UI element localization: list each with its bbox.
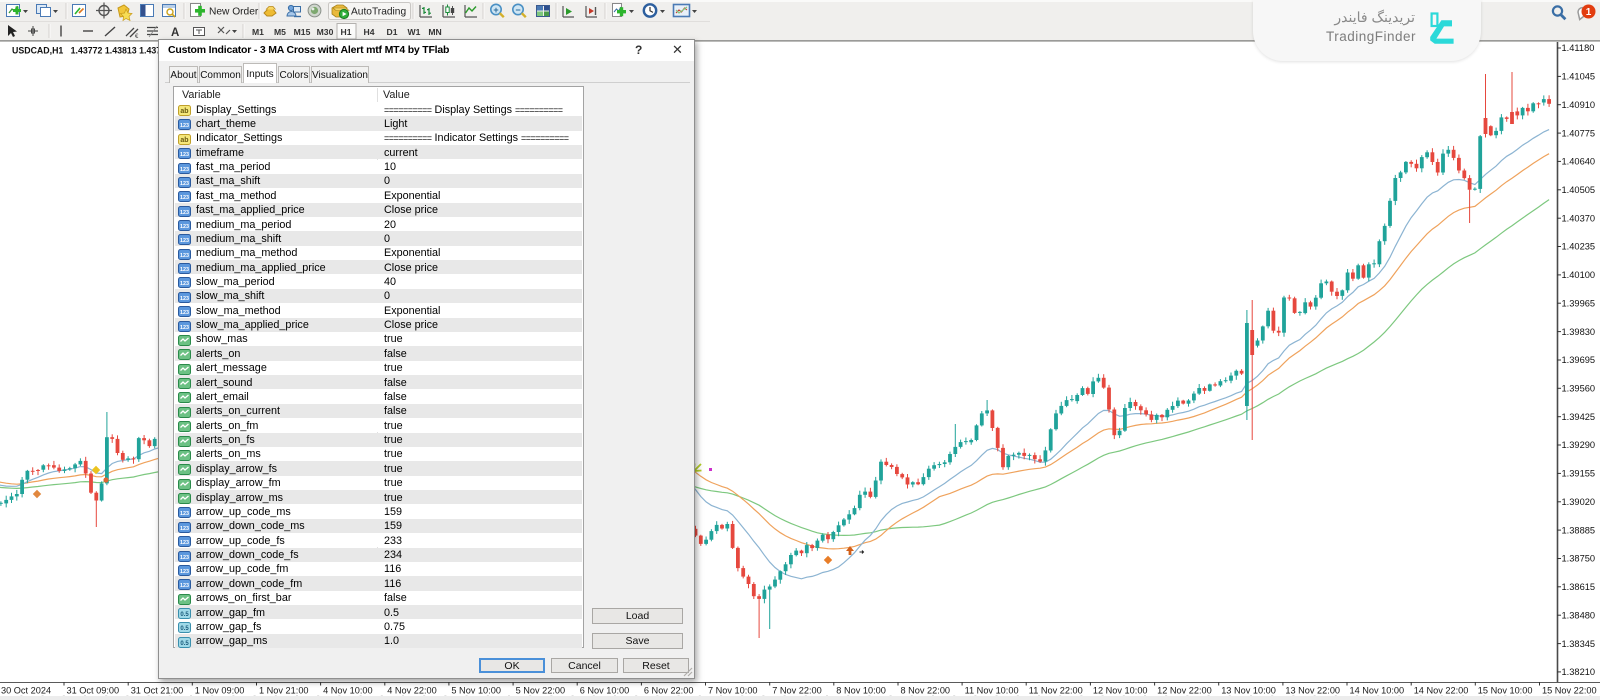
- svg-text:M30: M30: [317, 27, 334, 37]
- svg-text:31 Oct 09:00: 31 Oct 09:00: [67, 686, 120, 696]
- svg-text:31 Oct 21:00: 31 Oct 21:00: [131, 686, 184, 696]
- svg-text:H1: H1: [341, 27, 352, 37]
- svg-text:AutoTrading: AutoTrading: [351, 7, 406, 18]
- svg-text:1.40910: 1.40910: [1562, 100, 1596, 110]
- svg-text:8 Nov 22:00: 8 Nov 22:00: [901, 686, 951, 696]
- svg-text:6 Nov 22:00: 6 Nov 22:00: [644, 686, 694, 696]
- svg-text:15 Nov 10:00: 15 Nov 10:00: [1478, 686, 1533, 696]
- svg-text:13 Nov 22:00: 13 Nov 22:00: [1285, 686, 1340, 696]
- svg-text:6 Nov 10:00: 6 Nov 10:00: [580, 686, 630, 696]
- svg-text:5 Nov 10:00: 5 Nov 10:00: [451, 686, 501, 696]
- svg-text:1.39020: 1.39020: [1562, 497, 1596, 507]
- svg-text:1 Nov 09:00: 1 Nov 09:00: [195, 686, 245, 696]
- svg-text:1.40775: 1.40775: [1562, 128, 1596, 138]
- svg-text:12 Nov 10:00: 12 Nov 10:00: [1093, 686, 1148, 696]
- svg-text:14 Nov 22:00: 14 Nov 22:00: [1414, 686, 1469, 696]
- svg-text:8 Nov 10:00: 8 Nov 10:00: [836, 686, 886, 696]
- svg-text:1 Nov 21:00: 1 Nov 21:00: [259, 686, 309, 696]
- svg-text:1.41180: 1.41180: [1562, 43, 1595, 53]
- svg-text:1: 1: [1586, 7, 1592, 18]
- svg-text:4 Nov 10:00: 4 Nov 10:00: [323, 686, 373, 696]
- svg-text:11 Nov 22:00: 11 Nov 22:00: [1029, 686, 1083, 696]
- svg-text:12 Nov 22:00: 12 Nov 22:00: [1157, 686, 1212, 696]
- svg-text:−: −: [515, 5, 520, 15]
- svg-text:1.38885: 1.38885: [1562, 525, 1596, 535]
- svg-text:123: 123: [180, 209, 189, 215]
- svg-text:7 Nov 10:00: 7 Nov 10:00: [708, 686, 758, 696]
- svg-text:M15: M15: [294, 27, 311, 37]
- svg-text:+: +: [493, 5, 498, 15]
- svg-text:123: 123: [180, 267, 189, 273]
- svg-text:1.38750: 1.38750: [1562, 554, 1596, 564]
- svg-text:1.40640: 1.40640: [1562, 157, 1596, 167]
- svg-text:15 Nov 22:00: 15 Nov 22:00: [1542, 686, 1597, 696]
- svg-text:13 Nov 10:00: 13 Nov 10:00: [1221, 686, 1276, 696]
- svg-text:H4: H4: [364, 27, 375, 37]
- svg-text:1.39155: 1.39155: [1562, 469, 1596, 479]
- svg-text:5 Nov 22:00: 5 Nov 22:00: [516, 686, 566, 696]
- svg-text:11 Nov 10:00: 11 Nov 10:00: [965, 686, 1019, 696]
- svg-text:123: 123: [180, 296, 189, 302]
- svg-text:123: 123: [180, 569, 189, 575]
- svg-text:1.41045: 1.41045: [1562, 72, 1596, 82]
- svg-text:123: 123: [180, 324, 189, 330]
- svg-text:A: A: [171, 27, 179, 39]
- svg-text:M1: M1: [252, 27, 264, 37]
- svg-text:123: 123: [180, 511, 189, 517]
- svg-text:1.39425: 1.39425: [1562, 412, 1596, 422]
- svg-text:123: 123: [180, 166, 189, 172]
- svg-text:123: 123: [180, 310, 189, 316]
- svg-text:1.39965: 1.39965: [1562, 298, 1596, 308]
- svg-text:123: 123: [180, 583, 189, 589]
- svg-text:1.38615: 1.38615: [1562, 582, 1596, 592]
- svg-text:1.40505: 1.40505: [1562, 185, 1596, 195]
- svg-text:1.39560: 1.39560: [1562, 384, 1596, 394]
- svg-text:123: 123: [180, 195, 189, 201]
- svg-text:30 Oct 2024: 30 Oct 2024: [1, 686, 51, 696]
- svg-text:1.40100: 1.40100: [1562, 270, 1596, 280]
- svg-text:123: 123: [180, 181, 189, 187]
- svg-text:14 Nov 10:00: 14 Nov 10:00: [1350, 686, 1405, 696]
- svg-text:123: 123: [180, 554, 189, 560]
- svg-text:MN: MN: [428, 27, 441, 37]
- svg-text:123: 123: [180, 525, 189, 531]
- svg-text:New Order: New Order: [209, 7, 259, 18]
- svg-text:0.5: 0.5: [180, 626, 189, 632]
- svg-text:1.40370: 1.40370: [1562, 213, 1596, 223]
- svg-text:0.5: 0.5: [180, 641, 189, 647]
- svg-text:W1: W1: [408, 27, 421, 37]
- svg-text:1.39290: 1.39290: [1562, 440, 1596, 450]
- svg-text:1.38345: 1.38345: [1562, 639, 1596, 649]
- svg-text:ab: ab: [180, 108, 188, 115]
- svg-text:1.39830: 1.39830: [1562, 327, 1596, 337]
- svg-text:123: 123: [180, 540, 189, 546]
- svg-text:0.5: 0.5: [180, 612, 189, 618]
- svg-text:123: 123: [180, 238, 189, 244]
- svg-text:1.39695: 1.39695: [1562, 355, 1596, 365]
- svg-text:1.38210: 1.38210: [1562, 667, 1596, 677]
- svg-text:123: 123: [180, 281, 189, 287]
- svg-text:123: 123: [180, 224, 189, 230]
- svg-text:ab: ab: [180, 137, 188, 144]
- svg-text:7 Nov 22:00: 7 Nov 22:00: [772, 686, 822, 696]
- svg-text:123: 123: [180, 252, 189, 258]
- svg-text:123: 123: [180, 123, 189, 129]
- svg-text:1.40235: 1.40235: [1562, 242, 1596, 252]
- svg-text:M5: M5: [274, 27, 286, 37]
- svg-text:1.38480: 1.38480: [1562, 610, 1596, 620]
- svg-text:123: 123: [180, 152, 189, 158]
- svg-text:D1: D1: [387, 27, 398, 37]
- svg-text:4 Nov 22:00: 4 Nov 22:00: [387, 686, 437, 696]
